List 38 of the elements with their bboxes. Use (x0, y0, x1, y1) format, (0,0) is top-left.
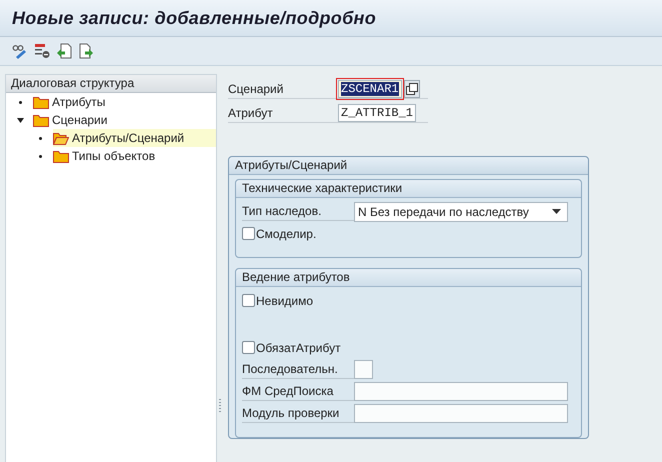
window-title: Новые записи: добавленные/подробно (12, 8, 376, 28)
input-field[interactable] (354, 382, 568, 401)
checkbox-label: ОбязатАтрибут (256, 340, 341, 354)
tree-item[interactable]: Атрибуты/Сценарий (53, 129, 216, 147)
checkbox[interactable] (242, 227, 255, 240)
folder-icon (33, 114, 49, 126)
expand-arrow-icon[interactable] (17, 118, 24, 122)
section-title: Ведение атрибутов (236, 269, 581, 287)
tree-item-label: Типы объектов (72, 149, 156, 163)
tree-item-label: Сценарии (52, 113, 108, 127)
checkbox[interactable] (242, 294, 255, 307)
tree-item-label: Атрибуты/Сценарий (72, 131, 184, 145)
folder-icon (33, 96, 49, 108)
input-field[interactable]: ZSCENAR1 (338, 80, 402, 98)
tree-item[interactable]: Типы объектов (53, 147, 160, 165)
open-folder-icon (53, 132, 69, 144)
folder-icon (53, 150, 69, 162)
group-title: Атрибуты/Сценарий (229, 157, 588, 175)
field-label: Сценарий (228, 82, 284, 96)
tree-item[interactable]: Сценарии (33, 111, 112, 129)
tree-item[interactable]: Атрибуты (33, 93, 110, 111)
checkbox[interactable] (242, 341, 255, 354)
input-field[interactable]: Z_ATTRIB_1 (338, 104, 416, 122)
value-help-button[interactable] (404, 80, 420, 98)
page-back-icon[interactable] (56, 43, 72, 59)
section-title: Технические характеристики (236, 180, 581, 198)
tree-item-label: Атрибуты (52, 95, 106, 109)
input-field[interactable] (354, 404, 568, 423)
input-field[interactable] (354, 360, 373, 379)
tree-header: Диалоговая структура (6, 75, 216, 93)
checkbox-label: Смоделир. (256, 226, 316, 240)
dropdown-arrow-icon (552, 209, 561, 214)
dropdown[interactable]: N Без передачи по наследству (354, 202, 568, 222)
glasses-pencil-icon[interactable] (12, 43, 28, 59)
page-forward-icon[interactable] (78, 43, 94, 59)
checkbox-label: Невидимо (256, 294, 314, 308)
delete-row-icon[interactable] (34, 43, 50, 59)
field-label: Атрибут (228, 106, 274, 120)
